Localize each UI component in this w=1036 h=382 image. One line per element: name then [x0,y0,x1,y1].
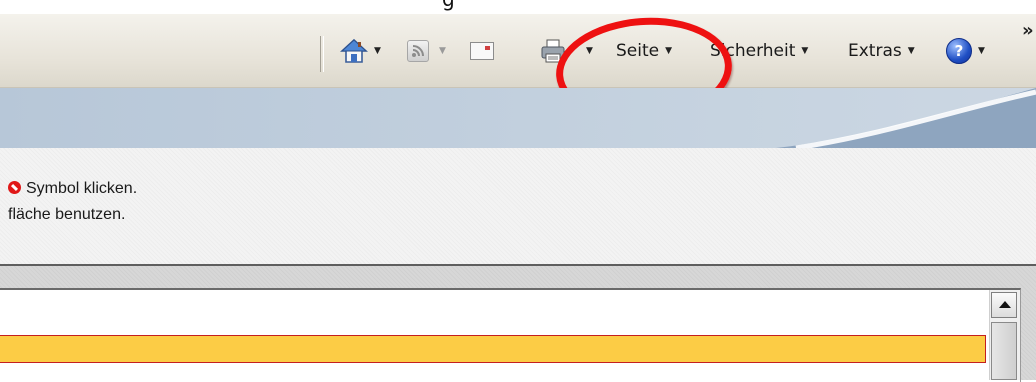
feeds-button[interactable]: ▼ [407,14,446,87]
info-message-area: Symbol klicken. fläche benutzen. [0,148,1036,266]
header-swoosh-graphic [776,88,1036,148]
vertical-scrollbar[interactable] [989,290,1020,380]
home-dropdown-arrow[interactable]: ▼ [374,46,381,56]
menu-extras-arrow: ▼ [907,45,915,56]
home-icon [340,38,368,63]
toolbar-separator [320,36,324,72]
help-button[interactable]: ? ▼ [946,14,985,87]
info-line-2: fläche benutzen. [8,206,126,223]
mail-icon [470,41,494,60]
home-button[interactable]: ▼ [340,14,381,87]
caption-strip: g [0,0,1036,14]
menu-extras-label: Extras [848,40,902,61]
feeds-icon [407,39,429,62]
feeds-dropdown-arrow[interactable]: ▼ [439,46,446,56]
mail-button[interactable] [470,14,494,87]
caption-cut-text: g [442,0,455,11]
info-line-1: Symbol klicken. [8,180,137,198]
menu-sicherheit-arrow: ▼ [801,45,809,56]
ie-command-bar: ▼ ▼ ▼ Seite ▼ Sicherheit ▼ Extras ▼ ? ▼ … [0,14,1036,88]
page-header-band [0,88,1036,148]
info-line-1-text: Symbol klicken. [26,180,138,197]
menu-extras[interactable]: Extras ▼ [848,14,915,87]
help-icon: ? [946,37,972,64]
scrollbar-thumb[interactable] [991,322,1017,380]
toolbar-overflow-chevron[interactable]: » [1022,20,1034,41]
highlighted-row[interactable] [0,335,986,363]
stop-icon [8,181,21,194]
help-dropdown-arrow: ▼ [978,45,985,56]
scroll-up-icon[interactable] [991,292,1017,318]
